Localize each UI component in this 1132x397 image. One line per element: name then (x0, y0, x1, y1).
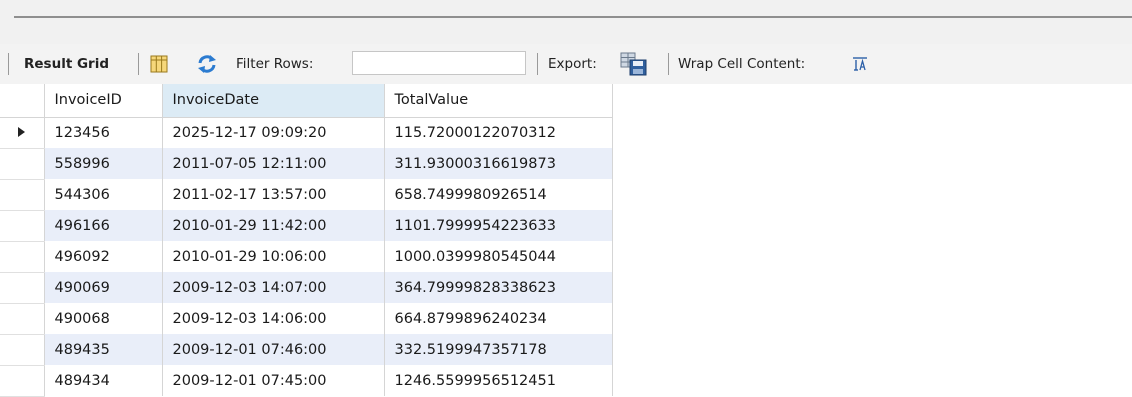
cell-invoicedate[interactable]: 2009-12-01 07:46:00 (162, 334, 385, 365)
row-selector-header[interactable] (0, 84, 45, 118)
table-row[interactable]: 490069 2009-12-03 14:07:00 364.799998283… (0, 272, 613, 304)
row-selector[interactable] (0, 117, 45, 149)
refresh-icon[interactable] (196, 44, 218, 84)
cell-totalvalue[interactable]: 332.5199947357178 (384, 334, 613, 365)
export-save-icon[interactable] (620, 44, 648, 84)
cell-totalvalue[interactable]: 115.72000122070312 (384, 117, 613, 148)
column-header-invoiceid[interactable]: InvoiceID (44, 84, 163, 118)
cell-invoiceid[interactable]: 489435 (44, 334, 163, 365)
cell-invoiceid[interactable]: 489434 (44, 365, 163, 396)
column-header-invoicedate[interactable]: InvoiceDate (162, 84, 385, 118)
cell-invoicedate[interactable]: 2009-12-03 14:06:00 (162, 303, 385, 334)
cell-totalvalue[interactable]: 1000.0399980545044 (384, 241, 613, 272)
cell-invoicedate[interactable]: 2011-02-17 13:57:00 (162, 179, 385, 210)
cell-totalvalue[interactable]: 664.8799896240234 (384, 303, 613, 334)
row-selector[interactable] (0, 179, 45, 211)
cell-invoicedate[interactable]: 2011-07-05 12:11:00 (162, 148, 385, 179)
toolbar-separator (138, 53, 139, 75)
cell-invoiceid[interactable]: 496092 (44, 241, 163, 272)
current-row-caret-icon (18, 126, 26, 137)
table-row[interactable]: 489434 2009-12-01 07:45:00 1246.55999565… (0, 365, 613, 397)
grid-header-row: InvoiceID InvoiceDate TotalValue (0, 84, 613, 118)
table-row[interactable]: 123456 2025-12-17 09:09:20 115.720001220… (0, 117, 613, 149)
cell-invoiceid[interactable]: 496166 (44, 210, 163, 241)
cell-totalvalue[interactable]: 364.79999828338623 (384, 272, 613, 303)
cell-invoicedate[interactable]: 2009-12-03 14:07:00 (162, 272, 385, 303)
cell-totalvalue[interactable]: 658.7499980926514 (384, 179, 613, 210)
cell-invoiceid[interactable]: 558996 (44, 148, 163, 179)
toolbar-separator (668, 53, 669, 75)
table-row[interactable]: 496166 2010-01-29 11:42:00 1101.79999542… (0, 210, 613, 242)
cell-totalvalue[interactable]: 1101.7999954223633 (384, 210, 613, 241)
table-row[interactable]: 490068 2009-12-03 14:06:00 664.879989624… (0, 303, 613, 335)
result-grid-toolbar: Result Grid Filter Rows: Export: Wrap Ce… (0, 44, 1132, 84)
cell-totalvalue[interactable]: 1246.5599956512451 (384, 365, 613, 396)
wrap-cell-icon[interactable] (852, 44, 868, 84)
table-row[interactable]: 489435 2009-12-01 07:46:00 332.519994735… (0, 334, 613, 366)
cell-invoicedate[interactable]: 2025-12-17 09:09:20 (162, 117, 385, 148)
cell-totalvalue[interactable]: 311.93000316619873 (384, 148, 613, 179)
column-header-totalvalue[interactable]: TotalValue (384, 84, 613, 118)
results-panel-top (0, 0, 1132, 44)
table-row[interactable]: 544306 2011-02-17 13:57:00 658.749998092… (0, 179, 613, 211)
wrap-cell-content-label: Wrap Cell Content: (678, 56, 806, 72)
cell-invoicedate[interactable]: 2010-01-29 11:42:00 (162, 210, 385, 241)
filter-rows-input[interactable] (352, 51, 526, 75)
column-layout-icon[interactable] (150, 44, 168, 84)
filter-rows-label: Filter Rows: (236, 56, 314, 72)
cell-invoicedate[interactable]: 2009-12-01 07:45:00 (162, 365, 385, 396)
cell-invoiceid[interactable]: 490069 (44, 272, 163, 303)
cell-invoiceid[interactable]: 123456 (44, 117, 163, 148)
cell-invoicedate[interactable]: 2010-01-29 10:06:00 (162, 241, 385, 272)
row-selector[interactable] (0, 210, 45, 242)
row-selector[interactable] (0, 241, 45, 273)
toolbar-separator (8, 53, 9, 75)
panel-divider (14, 16, 1132, 18)
export-label: Export: (548, 56, 597, 72)
row-selector[interactable] (0, 272, 45, 304)
cell-invoiceid[interactable]: 544306 (44, 179, 163, 210)
result-grid-table: InvoiceID InvoiceDate TotalValue 123456 … (0, 84, 613, 397)
result-grid-tab[interactable]: Result Grid (24, 44, 109, 84)
cell-invoiceid[interactable]: 490068 (44, 303, 163, 334)
table-row[interactable]: 558996 2011-07-05 12:11:00 311.930003166… (0, 148, 613, 180)
row-selector[interactable] (0, 148, 45, 180)
toolbar-separator (537, 53, 538, 75)
row-selector[interactable] (0, 334, 45, 366)
row-selector[interactable] (0, 303, 45, 335)
table-row[interactable]: 496092 2010-01-29 10:06:00 1000.03999805… (0, 241, 613, 273)
row-selector[interactable] (0, 365, 45, 397)
